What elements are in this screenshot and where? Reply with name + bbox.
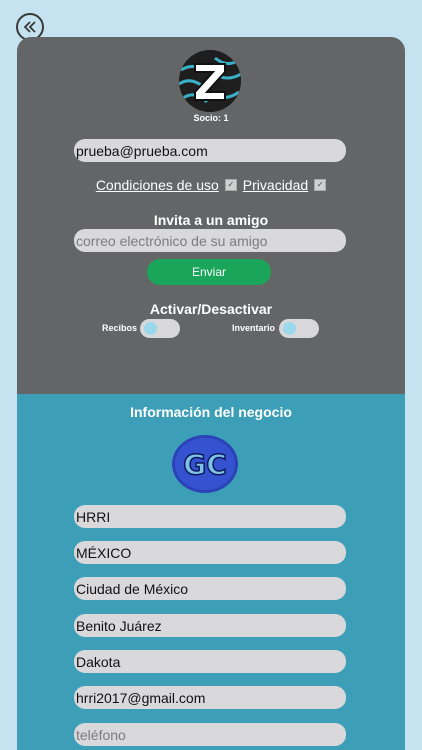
business-logo-image: GC (172, 435, 238, 493)
business-email-field[interactable] (74, 686, 346, 709)
zebra-avatar-icon (179, 50, 241, 112)
business-name-field[interactable] (74, 505, 346, 528)
settings-card: Socio: 1 Condiciones de uso ✓ Privacidad… (17, 37, 405, 750)
avatar (179, 50, 241, 112)
receipts-toggle[interactable] (140, 319, 180, 338)
state-field[interactable] (74, 577, 346, 600)
conditions-checkbox[interactable]: ✓ (224, 179, 237, 191)
municipality-field[interactable] (74, 614, 346, 637)
email-field[interactable] (74, 139, 346, 162)
business-title: Información del negocio (130, 404, 292, 420)
colony-field[interactable] (74, 650, 346, 673)
member-number: Socio: 1 (193, 113, 229, 123)
country-field[interactable] (74, 541, 346, 564)
inventory-toggle[interactable] (279, 319, 319, 338)
receipts-toggle-label: Recibos (102, 323, 138, 333)
terms-row: Condiciones de uso ✓ Privacidad ✓ (17, 177, 405, 193)
phone-field[interactable] (74, 723, 346, 746)
inventory-toggle-label: Inventario (232, 323, 276, 333)
business-logo: GC (172, 434, 238, 494)
toggle-knob (144, 322, 157, 335)
business-logo-text: GC (183, 448, 227, 481)
send-button[interactable]: Enviar (147, 259, 271, 285)
friend-email-input[interactable] (74, 229, 346, 252)
account-panel: Socio: 1 Condiciones de uso ✓ Privacidad… (17, 37, 405, 394)
toggle-knob (283, 322, 296, 335)
conditions-link[interactable]: Condiciones de uso (96, 177, 219, 193)
double-chevron-left-icon (23, 21, 36, 33)
privacy-link[interactable]: Privacidad (243, 177, 308, 193)
business-panel: Información del negocio GC (17, 394, 405, 750)
privacy-checkbox[interactable]: ✓ (314, 179, 327, 191)
invite-title: Invita a un amigo (153, 212, 269, 228)
activate-title: Activar/Desactivar (149, 301, 273, 317)
